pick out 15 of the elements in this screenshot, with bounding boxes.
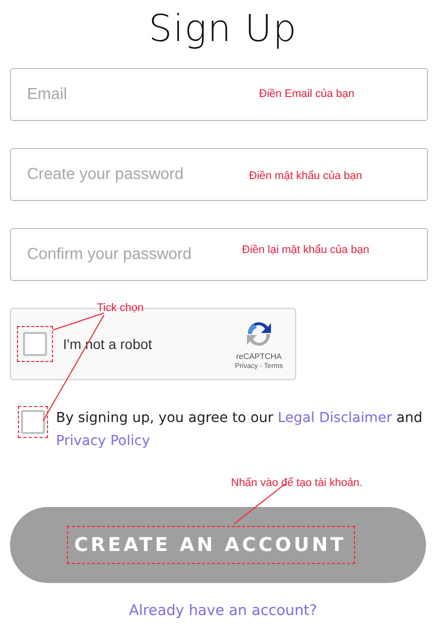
annotation-text: Tick chọn: [97, 302, 144, 314]
annotation-text: Điền mật khẩu của bạn: [249, 170, 362, 182]
terms-text: By signing up, you agree to our Legal Disclaimer and Privacy Policy: [56, 409, 424, 451]
legal-disclaimer-link[interactable]: Legal Disclaimer: [278, 410, 392, 426]
annotation-text: Điền Email của bạn: [259, 88, 354, 100]
create-account-button[interactable]: CREATE AN ACCOUNT: [10, 507, 426, 583]
login-link[interactable]: Already have an account?: [120, 603, 318, 619]
captcha-label: I'm not a robot: [63, 336, 152, 352]
captcha-brand: reCAPTCHA: [236, 352, 282, 360]
checkbox[interactable]: [23, 332, 47, 356]
page-title: Sign Up: [148, 6, 298, 52]
privacy-policy-link[interactable]: Privacy Policy: [56, 433, 150, 449]
checkbox[interactable]: [21, 410, 45, 434]
annotation-text: Nhấn vào để tạo tài khoản.: [231, 477, 362, 489]
annotation-text: Điền lại mật khẩu của bạn: [242, 244, 370, 256]
